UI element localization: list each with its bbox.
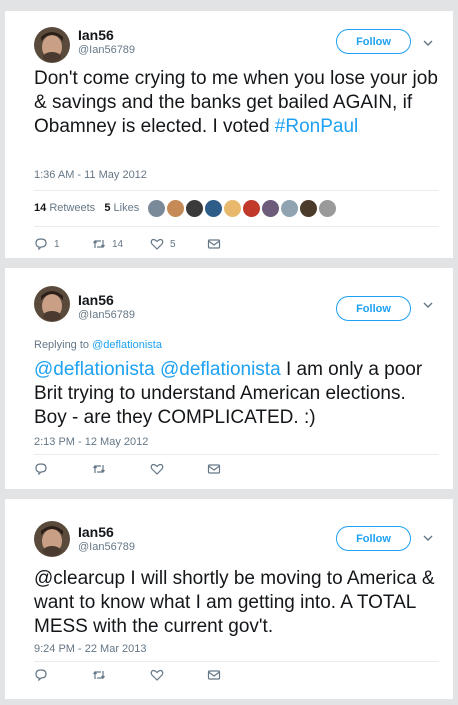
tweet-text: Don't come crying to me when you lose yo… (34, 67, 439, 139)
envelope-icon (207, 670, 221, 680)
retweet-icon (93, 671, 105, 679)
reply-icon (35, 669, 47, 682)
heart-icon (150, 238, 164, 250)
replying-to-label: Replying to (34, 339, 93, 351)
user-display-name[interactable]: Ian56 (78, 292, 114, 308)
retweets-label[interactable]: Retweets (49, 202, 95, 214)
follow-button[interactable]: Follow (336, 526, 411, 551)
tweet-text: @deflationista @deflationista I am only … (34, 358, 439, 430)
dm-action[interactable] (207, 237, 227, 251)
liker-avatar[interactable] (243, 200, 260, 217)
retweet-icon (93, 240, 105, 248)
avatar[interactable] (34, 286, 70, 322)
user-display-name[interactable]: Ian56 (78, 524, 114, 540)
liker-avatar[interactable] (319, 200, 336, 217)
retweet-count: 14 (112, 238, 124, 250)
liker-avatar[interactable] (262, 200, 279, 217)
chevron-down-icon[interactable] (421, 531, 435, 545)
tweet-text-part: @clearcup I will shortly be moving to Am… (34, 568, 435, 637)
tweet-text: @clearcup I will shortly be moving to Am… (34, 567, 439, 639)
envelope-icon (207, 464, 221, 474)
tweet-card: Ian56 @Ian56789 Follow @clearcup I will … (5, 499, 453, 699)
user-display-name[interactable]: Ian56 (78, 27, 114, 43)
replying-to-user-link[interactable]: @deflationista (92, 339, 162, 351)
chevron-down-icon[interactable] (421, 298, 435, 312)
tweet-timestamp[interactable]: 1:36 AM - 11 May 2012 (34, 169, 147, 181)
reply-count: 1 (54, 238, 60, 250)
tweet-card: Ian56 @Ian56789 Follow Replying to @defl… (5, 268, 453, 489)
tweet-card: Ian56 @Ian56789 Follow Don't come crying… (5, 11, 453, 258)
retweet-action[interactable] (92, 668, 112, 682)
hashtag-link[interactable]: #RonPaul (275, 116, 358, 137)
tweet-timestamp[interactable]: 9:24 PM - 22 Mar 2013 (34, 643, 147, 655)
heart-icon (150, 463, 164, 475)
liker-avatar[interactable] (300, 200, 317, 217)
user-handle[interactable]: @Ian56789 (78, 44, 135, 56)
tweet-text-part: Don't come crying to me when you lose yo… (34, 68, 438, 137)
reply-icon (35, 463, 47, 476)
divider (34, 226, 439, 227)
reply-action[interactable] (34, 668, 54, 682)
liker-avatar[interactable] (167, 200, 184, 217)
likes-count[interactable]: 5 (104, 202, 110, 214)
like-action[interactable] (150, 668, 170, 682)
dm-action[interactable] (207, 668, 227, 682)
follow-button[interactable]: Follow (336, 296, 411, 321)
like-action[interactable] (150, 462, 170, 476)
likes-label[interactable]: Likes (114, 202, 140, 214)
reply-action[interactable]: 1 (34, 237, 60, 251)
dm-action[interactable] (207, 462, 227, 476)
tweet-timestamp[interactable]: 2:13 PM - 12 May 2012 (34, 436, 148, 448)
tweet-stats: 14 Retweets 5 Likes (34, 202, 139, 214)
retweet-icon (93, 465, 105, 473)
divider (34, 190, 439, 191)
liker-avatar[interactable] (186, 200, 203, 217)
liker-avatar[interactable] (281, 200, 298, 217)
divider (34, 454, 439, 455)
retweets-count[interactable]: 14 (34, 202, 46, 214)
like-count: 5 (170, 238, 176, 250)
liker-avatar[interactable] (224, 200, 241, 217)
envelope-icon (207, 239, 221, 249)
heart-icon (150, 669, 164, 681)
follow-button[interactable]: Follow (336, 29, 411, 54)
reply-action[interactable] (34, 462, 54, 476)
chevron-down-icon[interactable] (421, 36, 435, 50)
liker-avatar[interactable] (148, 200, 165, 217)
user-handle[interactable]: @Ian56789 (78, 541, 135, 553)
replying-to: Replying to @deflationista (34, 339, 162, 351)
user-handle[interactable]: @Ian56789 (78, 309, 135, 321)
retweet-action[interactable]: 14 (92, 237, 123, 251)
mention-links[interactable]: @deflationista @deflationista (34, 359, 281, 380)
divider (34, 661, 439, 662)
retweet-action[interactable] (92, 462, 112, 476)
reply-icon (35, 238, 47, 251)
like-action[interactable]: 5 (150, 237, 176, 251)
avatar[interactable] (34, 27, 70, 63)
avatar[interactable] (34, 521, 70, 557)
liker-avatar[interactable] (205, 200, 222, 217)
